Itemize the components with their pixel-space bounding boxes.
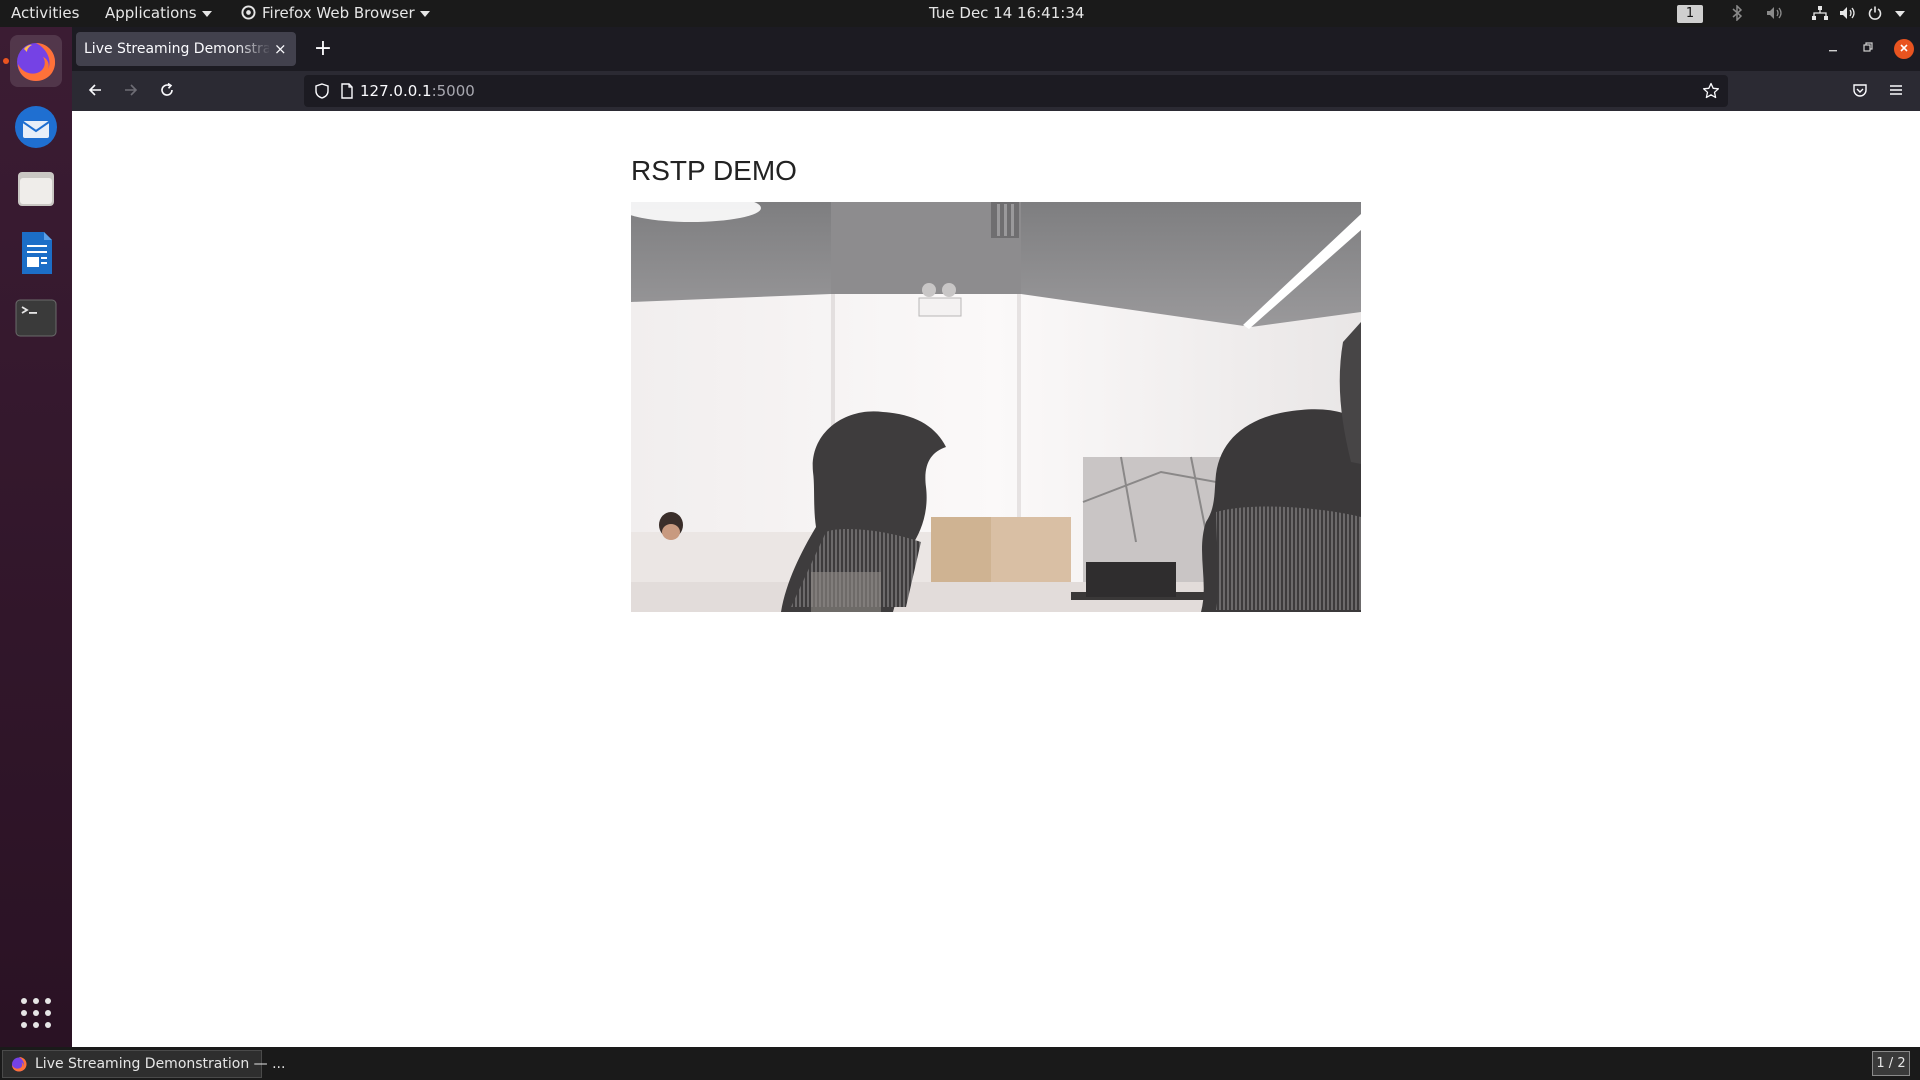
pocket-icon <box>1853 84 1867 97</box>
tab-live-streaming[interactable]: Live Streaming Demonstration × <box>76 32 296 66</box>
app-menu[interactable]: Firefox Web Browser <box>241 0 430 27</box>
dock-terminal[interactable] <box>10 292 62 344</box>
volume-icon[interactable] <box>1837 0 1859 27</box>
workspace-pager[interactable]: 1 / 2 <box>1872 1051 1910 1076</box>
chevron-down-icon <box>419 10 430 17</box>
camera-frame <box>631 202 1361 612</box>
document-icon <box>22 232 52 274</box>
activities-button[interactable]: Activities <box>11 0 79 27</box>
firefox-small-icon <box>241 5 256 20</box>
taskbar-window-label: Live Streaming Demonstration — ... <box>35 1056 286 1072</box>
bookmark-star-icon[interactable] <box>1702 82 1720 100</box>
network-icon[interactable] <box>1809 0 1831 27</box>
arrow-right-icon <box>125 84 138 96</box>
chevron-down-icon <box>1895 10 1905 17</box>
url-bar[interactable]: 127.0.0.1:5000 <box>304 75 1728 107</box>
url-text[interactable]: 127.0.0.1:5000 <box>360 75 475 107</box>
dock-thunderbird[interactable] <box>10 101 62 153</box>
mic-muted-icon[interactable] <box>1764 0 1786 27</box>
close-window-button[interactable] <box>1894 39 1914 59</box>
chevron-down-icon <box>201 10 212 17</box>
pocket-button[interactable] <box>1846 77 1874 105</box>
bluetooth-icon[interactable] <box>1727 0 1747 27</box>
back-button[interactable] <box>81 77 109 105</box>
dock-writer[interactable] <box>10 227 62 279</box>
navigation-toolbar: 127.0.0.1:5000 <box>72 71 1920 111</box>
hamburger-icon <box>1890 85 1902 95</box>
firefox-small-icon <box>12 1057 27 1072</box>
clock[interactable]: Tue Dec 14 16:41:34 <box>929 0 1084 27</box>
bottom-taskbar: Live Streaming Demonstration — ... 1 / 2 <box>0 1047 1920 1080</box>
tab-title-fade <box>236 32 271 66</box>
close-icon <box>1900 44 1908 52</box>
page-title: RSTP DEMO <box>631 155 797 186</box>
tab-close-button[interactable]: × <box>274 32 287 66</box>
app-menu-label: Firefox Web Browser <box>262 4 415 22</box>
thunderbird-icon <box>15 106 57 148</box>
forward-button[interactable] <box>117 77 145 105</box>
workspace-indicator[interactable]: 1 <box>1677 5 1703 23</box>
power-icon[interactable] <box>1864 0 1886 27</box>
system-menu-button[interactable] <box>1890 0 1910 27</box>
firefox-window: Live Streaming Demonstration × + 127.0.0… <box>72 27 1920 1047</box>
menu-button[interactable] <box>1882 77 1910 105</box>
tab-strip: Live Streaming Demonstration × + <box>72 27 1920 71</box>
taskbar-window-firefox[interactable]: Live Streaming Demonstration — ... <box>2 1050 285 1078</box>
minimize-button[interactable] <box>1823 39 1843 59</box>
dock-files[interactable] <box>10 162 62 214</box>
restore-button[interactable] <box>1858 39 1878 59</box>
dock <box>0 27 72 1047</box>
new-tab-button[interactable]: + <box>308 34 338 64</box>
folder-icon <box>18 172 54 206</box>
page-content: RSTP DEMO <box>72 111 1920 1047</box>
arrow-left-icon <box>88 84 101 96</box>
top-bar: Activities Applications Firefox Web Brow… <box>0 0 1920 27</box>
running-indicator <box>3 58 9 64</box>
reload-button[interactable] <box>153 77 181 105</box>
url-port: :5000 <box>431 82 475 100</box>
video-stream <box>631 202 1361 612</box>
reload-icon <box>161 82 173 96</box>
restore-icon <box>1863 42 1873 52</box>
page-info-icon[interactable] <box>340 83 354 99</box>
dock-firefox[interactable] <box>10 35 62 87</box>
terminal-icon <box>15 299 57 337</box>
applications-label: Applications <box>105 4 197 22</box>
firefox-icon <box>17 43 56 81</box>
shield-icon[interactable] <box>314 83 330 99</box>
show-applications-button[interactable] <box>10 987 62 1039</box>
minimize-icon <box>1829 50 1837 52</box>
url-host: 127.0.0.1 <box>360 82 432 100</box>
app-grid-icon <box>21 998 51 1028</box>
applications-menu[interactable]: Applications <box>105 0 212 27</box>
